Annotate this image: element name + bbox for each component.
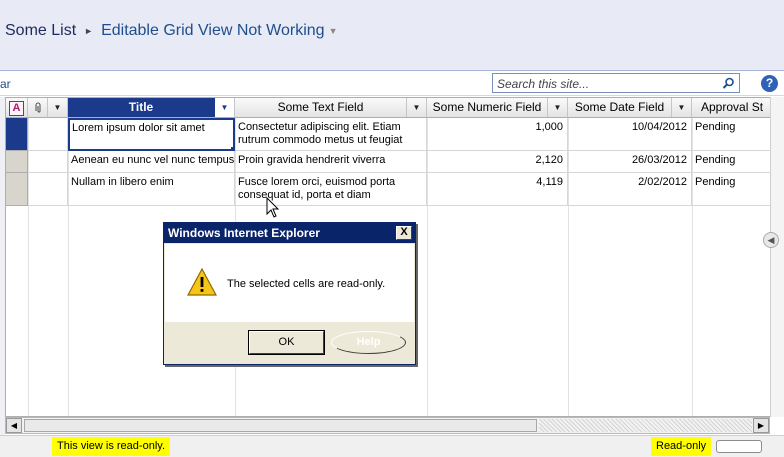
number-cell[interactable]: 2,120 bbox=[427, 151, 568, 173]
chevron-down-icon[interactable]: ▼ bbox=[671, 98, 691, 117]
column-header-approval-label: Approval St bbox=[701, 100, 764, 114]
approval-cell[interactable]: Pending bbox=[692, 173, 774, 206]
scroll-right-icon[interactable]: ▶ bbox=[753, 418, 769, 433]
ok-button[interactable]: OK bbox=[248, 330, 325, 355]
text-cell[interactable]: Fusce lorem orci, euismod porta consequa… bbox=[235, 173, 427, 206]
attachment-cell[interactable] bbox=[28, 118, 68, 151]
status-bar: This view is read-only. Read-only bbox=[0, 435, 784, 457]
close-icon[interactable]: X bbox=[396, 226, 412, 240]
toolbar-fragment-link[interactable]: ar bbox=[0, 77, 11, 91]
number-cell[interactable]: 1,000 bbox=[427, 118, 568, 151]
warning-icon bbox=[187, 268, 217, 296]
column-header-date-label: Some Date Field bbox=[574, 100, 665, 114]
help-button[interactable]: Help bbox=[331, 331, 406, 354]
date-cell[interactable]: 10/04/2012 bbox=[568, 118, 692, 151]
horizontal-scrollbar[interactable]: ◀ ▶ bbox=[5, 417, 770, 434]
number-cell[interactable]: 4,119 bbox=[427, 173, 568, 206]
collapse-handle-icon[interactable]: ◀ bbox=[763, 232, 779, 248]
search-icon[interactable] bbox=[717, 74, 739, 92]
scroll-left-icon[interactable]: ◀ bbox=[6, 418, 22, 433]
column-menu-header[interactable]: ▼ bbox=[48, 98, 68, 118]
row-selector[interactable] bbox=[6, 173, 28, 206]
text-cell[interactable]: Proin gravida hendrerit viverra bbox=[235, 151, 427, 173]
scrollbar-thumb[interactable] bbox=[24, 419, 537, 432]
column-header-text-label: Some Text Field bbox=[277, 100, 364, 114]
chevron-down-icon[interactable]: ▼ bbox=[406, 98, 426, 117]
paperclip-header[interactable] bbox=[28, 98, 48, 118]
approval-cell[interactable]: Pending bbox=[692, 151, 774, 173]
sharepoint-datasheet-page: Some List ► Editable Grid View Not Worki… bbox=[0, 0, 784, 457]
read-only-view-notice: This view is read-only. bbox=[52, 437, 170, 456]
column-header-number-label: Some Numeric Field bbox=[432, 100, 542, 114]
chevron-down-icon[interactable]: ▼ bbox=[214, 98, 234, 117]
status-progress-box bbox=[716, 440, 762, 453]
attachment-cell[interactable] bbox=[28, 151, 68, 173]
attachment-cell[interactable] bbox=[28, 173, 68, 206]
row-selector[interactable] bbox=[6, 151, 28, 173]
date-cell[interactable]: 2/02/2012 bbox=[568, 173, 692, 206]
breadcrumb-list-link[interactable]: Some List bbox=[5, 22, 76, 40]
vertical-scroll-area[interactable]: ◀ bbox=[763, 97, 784, 417]
page-header: Some List ► Editable Grid View Not Worki… bbox=[0, 0, 784, 71]
alert-dialog: Windows Internet Explorer X The selected… bbox=[163, 222, 416, 365]
column-header-text[interactable]: Some Text Field ▼ bbox=[235, 98, 427, 118]
breadcrumb-view-name[interactable]: Editable Grid View Not Working bbox=[101, 22, 325, 40]
search-box[interactable]: Search this site... bbox=[492, 73, 740, 93]
dialog-message: The selected cells are read-only. bbox=[227, 278, 386, 290]
chevron-down-icon[interactable]: ▼ bbox=[329, 26, 338, 36]
chevron-right-icon: ► bbox=[84, 26, 94, 36]
dialog-body: The selected cells are read-only. bbox=[165, 244, 414, 322]
scrollbar-track[interactable] bbox=[539, 419, 752, 432]
help-icon[interactable]: ? bbox=[761, 75, 778, 92]
approval-cell[interactable]: Pending bbox=[692, 118, 774, 151]
chevron-down-icon[interactable]: ▼ bbox=[48, 98, 67, 117]
column-header-date[interactable]: Some Date Field ▼ bbox=[568, 98, 692, 118]
column-header-title[interactable]: Title ▼ bbox=[68, 98, 235, 118]
row-selector[interactable] bbox=[6, 118, 28, 151]
breadcrumb: Some List ► Editable Grid View Not Worki… bbox=[5, 22, 338, 40]
paperclip-icon bbox=[34, 102, 42, 117]
dialog-titlebar[interactable]: Windows Internet Explorer X bbox=[164, 223, 415, 243]
dialog-title: Windows Internet Explorer bbox=[168, 226, 320, 240]
date-cell[interactable]: 26/03/2012 bbox=[568, 151, 692, 173]
mouse-cursor-icon bbox=[266, 197, 280, 218]
column-header-title-label: Title bbox=[128, 100, 154, 114]
attachment-type-header[interactable]: A bbox=[6, 98, 28, 118]
chevron-down-icon[interactable]: ▼ bbox=[547, 98, 567, 117]
title-cell[interactable]: Nullam in libero enim bbox=[68, 173, 235, 206]
text-cell[interactable]: Consectetur adipiscing elit. Etiam rutru… bbox=[235, 118, 427, 151]
column-header-approval[interactable]: Approval St bbox=[692, 98, 774, 118]
read-only-badge: Read-only bbox=[651, 437, 712, 456]
search-input[interactable]: Search this site... bbox=[497, 77, 589, 91]
column-header-number[interactable]: Some Numeric Field ▼ bbox=[427, 98, 568, 118]
title-cell[interactable]: Lorem ipsum dolor sit amet bbox=[68, 118, 235, 151]
title-cell[interactable]: Aenean eu nunc vel nunc tempus bbox=[68, 151, 235, 173]
attachment-type-icon: A bbox=[9, 101, 24, 116]
